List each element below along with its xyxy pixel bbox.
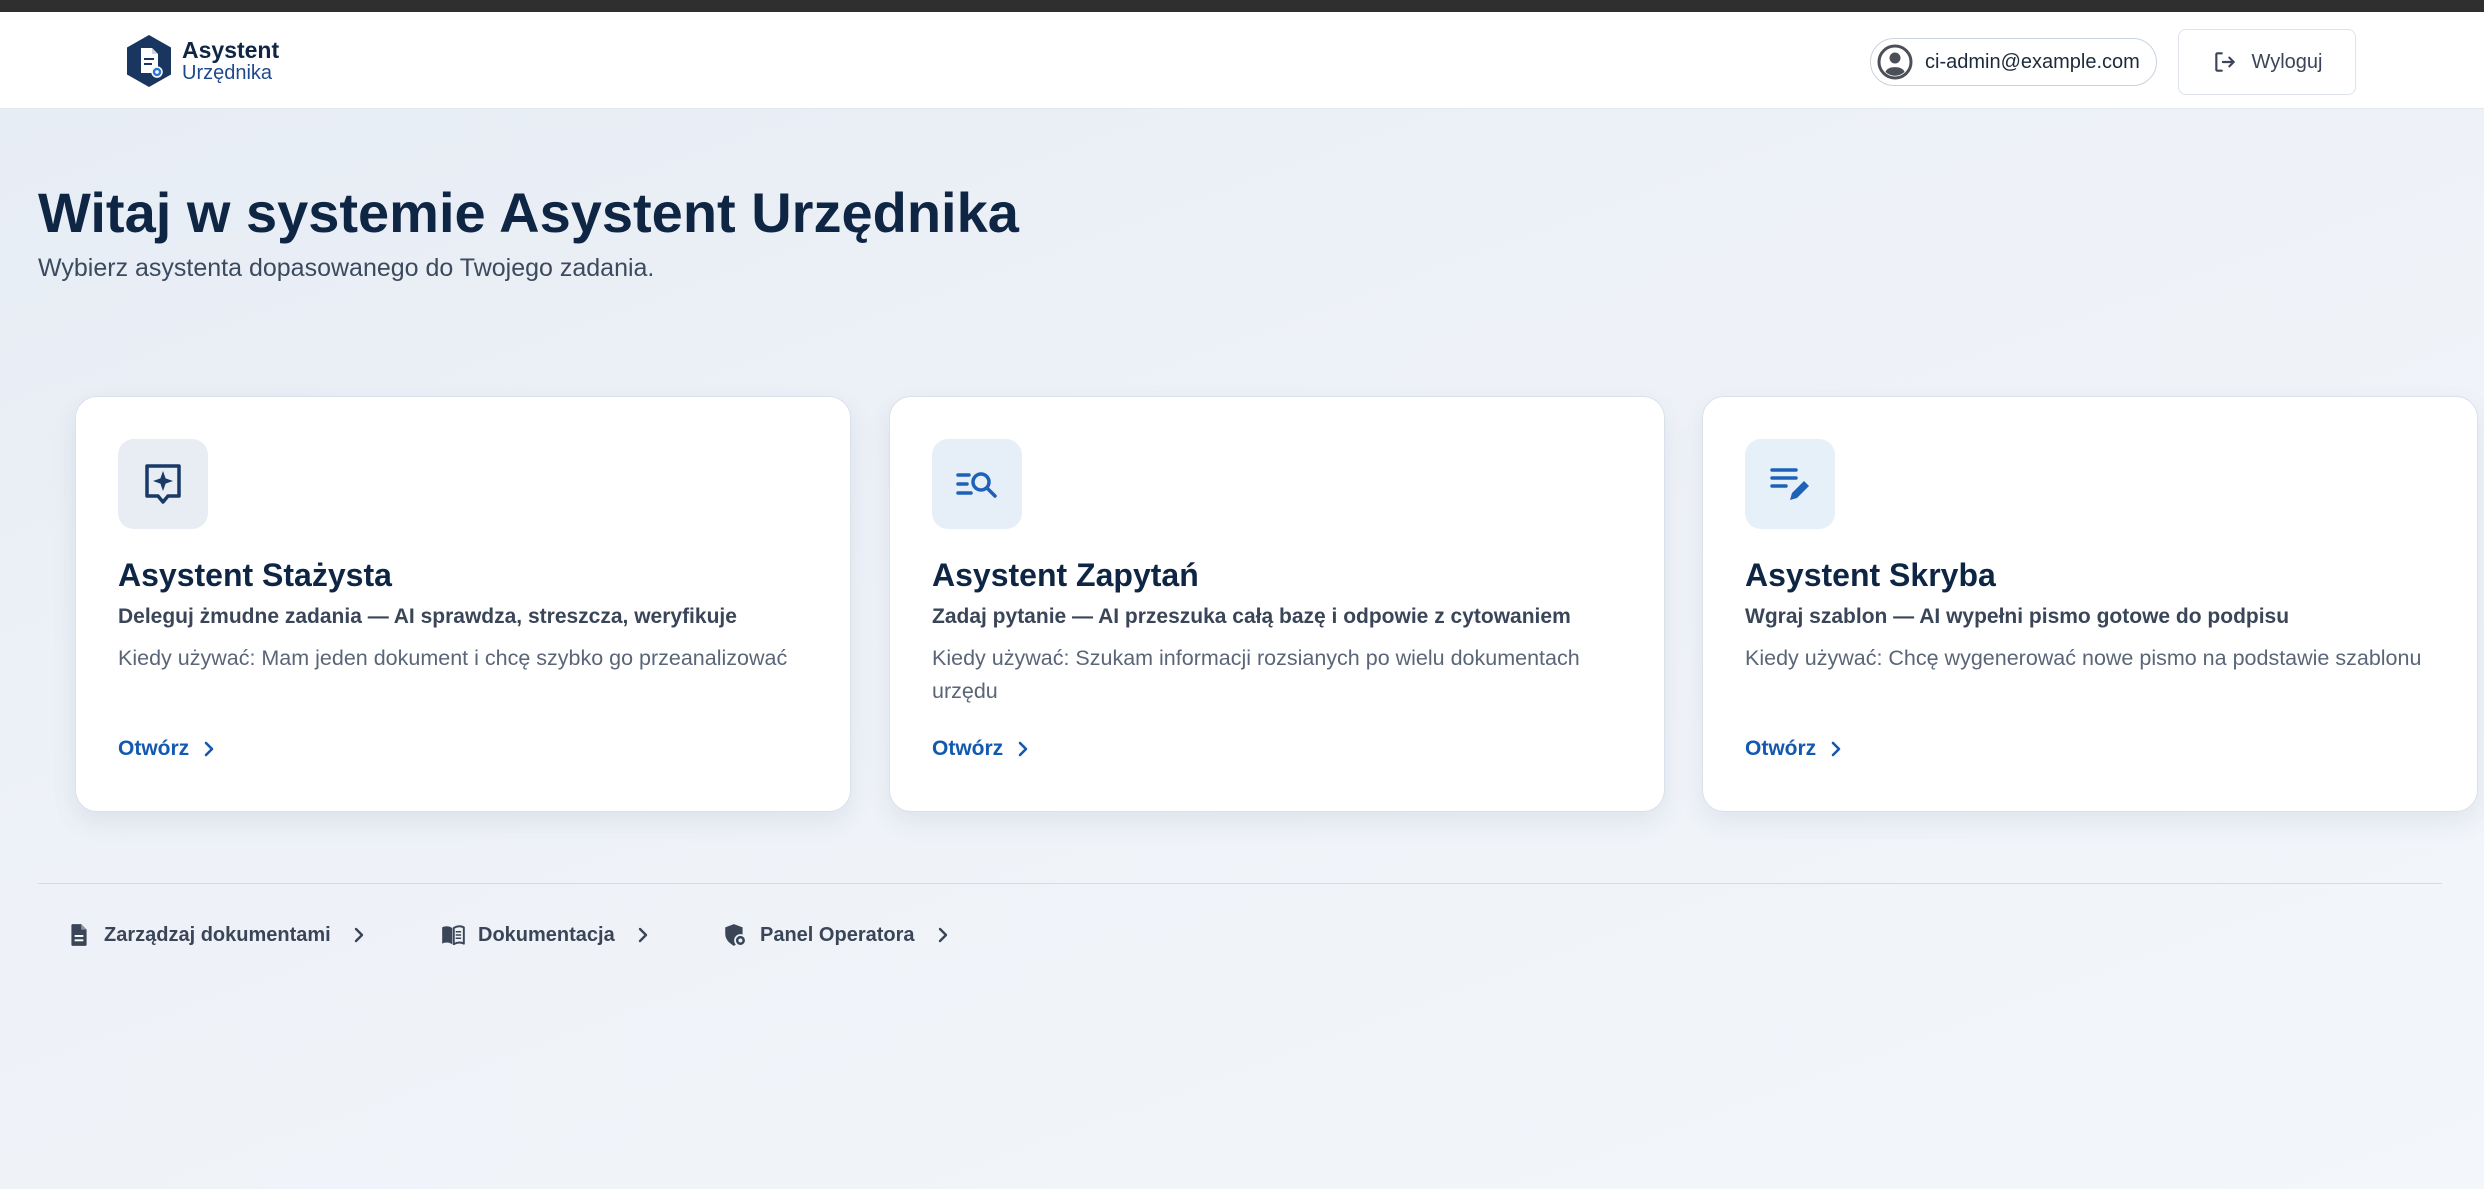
card-title: Asystent Zapytań xyxy=(932,557,1199,593)
link-documentation[interactable]: Dokumentacja xyxy=(440,920,653,950)
logo-hexagon-icon xyxy=(127,35,171,87)
user-avatar-icon xyxy=(1877,44,1913,80)
page-title: Witaj w systemie Asystent Urzędnika xyxy=(38,181,1019,244)
sparkle-bookmark-icon xyxy=(145,464,181,504)
shield-gear-icon xyxy=(725,924,747,947)
chevron-right-icon xyxy=(1018,741,1028,757)
chevron-right-icon xyxy=(354,927,363,943)
app-logo[interactable]: Asystent Urzędnika xyxy=(126,34,279,88)
logout-button[interactable]: Wyloguj xyxy=(2178,29,2356,95)
link-label: Panel Operatora xyxy=(760,923,915,946)
card-open-label: Otwórz xyxy=(118,737,190,760)
user-email: ci-admin@example.com xyxy=(1925,50,2140,73)
logo-subtitle: Urzędnika xyxy=(182,62,273,84)
card-title: Asystent Skryba xyxy=(1745,557,1996,593)
link-label: Zarządzaj dokumentami xyxy=(104,923,331,946)
card-open-link[interactable]: Otwórz xyxy=(932,737,1033,761)
book-icon xyxy=(442,925,465,946)
document-icon xyxy=(71,924,87,946)
card-tagline: Deleguj żmudne zadania — AI sprawdza, st… xyxy=(118,605,737,628)
chevron-right-icon xyxy=(638,927,647,943)
card-icon-box xyxy=(118,439,208,529)
card-open-label: Otwórz xyxy=(1745,737,1817,760)
link-operator-panel[interactable]: Panel Operatora xyxy=(722,920,953,950)
card-tagline: Zadaj pytanie — AI przeszuka całą bazę i… xyxy=(932,605,1571,628)
card-description: Kiedy używać: Szukam informacji rozsiany… xyxy=(932,646,1580,703)
card-open-link[interactable]: Otwórz xyxy=(118,737,219,761)
chevron-right-icon xyxy=(938,927,947,943)
window-top-strip xyxy=(0,0,2484,12)
card-asystent-zapytan[interactable]: Asystent Zapytań Zadaj pytanie — AI prze… xyxy=(889,396,1665,812)
link-label: Dokumentacja xyxy=(478,923,615,946)
card-asystent-stazysta[interactable]: Asystent Stażysta Deleguj żmudne zadania… xyxy=(75,396,851,812)
card-title: Asystent Stażysta xyxy=(118,557,392,593)
chevron-right-icon xyxy=(204,741,214,757)
user-account-pill[interactable]: ci-admin@example.com xyxy=(1870,38,2157,86)
app-header: Asystent Urzędnika ci-admin@example.com … xyxy=(0,12,2484,109)
section-divider xyxy=(38,883,2442,884)
card-description: Kiedy używać: Mam jeden dokument i chcę … xyxy=(118,646,788,670)
chevron-right-icon xyxy=(1831,741,1841,757)
card-open-label: Otwórz xyxy=(932,737,1004,760)
card-description: Kiedy używać: Chcę wygenerować nowe pism… xyxy=(1745,646,2422,670)
card-icon-box xyxy=(1745,439,1835,529)
search-list-icon xyxy=(956,472,997,498)
logout-label: Wyloguj xyxy=(2251,50,2323,73)
card-tagline: Wgraj szablon — AI wypełni pismo gotowe … xyxy=(1745,605,2290,628)
link-manage-documents[interactable]: Zarządzaj dokumentami xyxy=(66,920,369,950)
logo-title: Asystent xyxy=(182,37,280,63)
edit-note-icon xyxy=(1770,468,1809,500)
card-asystent-skryba[interactable]: Asystent Skryba Wgraj szablon — AI wypeł… xyxy=(1702,396,2478,812)
card-open-link[interactable]: Otwórz xyxy=(1745,737,1846,761)
card-icon-box xyxy=(932,439,1022,529)
logout-icon xyxy=(2214,52,2235,72)
page-subtitle: Wybierz asystenta dopasowanego do Twojeg… xyxy=(38,254,655,282)
